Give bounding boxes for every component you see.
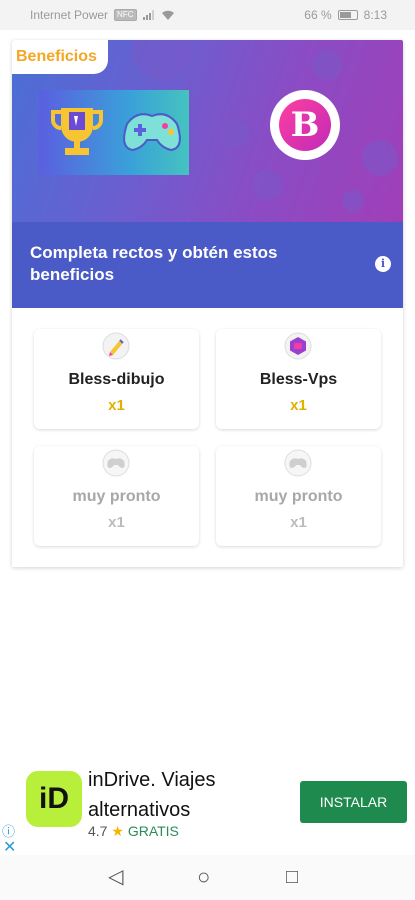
recents-icon[interactable]: □ xyxy=(286,867,298,887)
battery-percent: 66 % xyxy=(304,8,332,22)
banner-splat xyxy=(312,50,342,80)
benefit-name: muy pronto xyxy=(72,488,161,505)
app-logo: B xyxy=(270,90,340,160)
ad-rating-value: 4.7 xyxy=(88,823,108,839)
ad-price: GRATIS xyxy=(127,823,179,839)
app-logo-letter: B xyxy=(279,99,331,151)
benefit-name: muy pronto xyxy=(254,488,343,505)
rewards-illustration xyxy=(39,90,189,175)
benefit-name: Bless-Vps xyxy=(259,371,338,388)
benefit-quantity: x1 xyxy=(108,514,125,531)
banner-splat xyxy=(222,120,250,148)
clock: 8:13 xyxy=(363,8,387,22)
benefit-tile-bless-dibujo[interactable]: Bless-dibujo x1 xyxy=(34,329,199,429)
benefit-name: Bless-dibujo xyxy=(68,371,165,388)
benefit-quantity: x1 xyxy=(290,397,307,414)
install-button[interactable]: INSTALAR xyxy=(300,781,407,823)
gamepad-icon xyxy=(284,449,312,477)
ad-rating: 4.7 ★ GRATIS xyxy=(88,823,179,840)
benefit-tile-bless-vps[interactable]: Bless-Vps x1 xyxy=(216,329,381,429)
status-bar: Internet Power NFC 66 % 8:13 xyxy=(0,0,415,30)
benefit-quantity: x1 xyxy=(108,397,125,414)
headline-text: Completa rectos y obtén estos beneficios xyxy=(30,243,278,284)
trophy-icon xyxy=(51,108,103,155)
headline-bar: Completa rectos y obtén estos beneficios… xyxy=(12,222,403,308)
home-icon[interactable]: ○ xyxy=(197,866,210,888)
signal-icon xyxy=(142,10,154,20)
battery-icon xyxy=(337,10,358,20)
server-icon xyxy=(284,332,312,360)
carrier-label: Internet Power xyxy=(30,8,109,22)
pencil-icon xyxy=(102,332,130,360)
ad-close-icon[interactable]: ✕ xyxy=(3,837,16,857)
banner-splat xyxy=(132,40,192,80)
benefit-quantity: x1 xyxy=(290,514,307,531)
wifi-icon xyxy=(161,10,174,20)
ad-title[interactable]: inDrive. Viajes alternativos xyxy=(88,765,278,825)
banner-splat xyxy=(362,140,398,176)
benefits-card: B Beneficios Completa rectos y obtén est… xyxy=(12,40,403,567)
ad-app-logo[interactable]: iD xyxy=(26,771,82,827)
benefit-tile-coming-soon: muy pronto x1 xyxy=(34,446,199,546)
banner-splat xyxy=(342,190,364,212)
gamepad-icon xyxy=(102,449,130,477)
status-left: Internet Power NFC xyxy=(30,8,175,22)
info-icon[interactable]: i xyxy=(375,256,391,272)
back-icon[interactable]: ◁ xyxy=(108,867,123,887)
benefits-tag: Beneficios xyxy=(12,40,108,74)
star-icon: ★ xyxy=(111,823,124,839)
nfc-badge: NFC xyxy=(114,9,137,21)
gamepad-icon xyxy=(123,113,181,152)
banner-splat xyxy=(252,170,282,200)
ad-banner[interactable]: iD inDrive. Viajes alternativos 4.7 ★ GR… xyxy=(0,757,415,857)
benefits-banner: B Beneficios xyxy=(12,40,403,222)
status-right: 66 % 8:13 xyxy=(304,8,387,22)
benefit-tile-coming-soon: muy pronto x1 xyxy=(216,446,381,546)
system-nav-bar: ◁ ○ □ xyxy=(0,855,415,900)
